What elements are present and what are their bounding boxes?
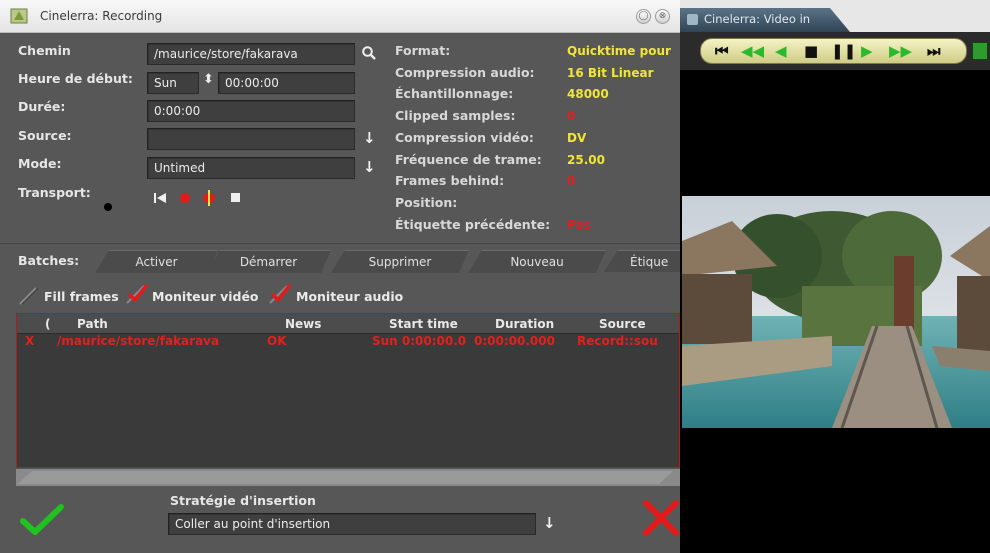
row-news: OK xyxy=(267,334,287,348)
info-value: 48000 xyxy=(567,87,609,101)
info-label: Compression vidéo: xyxy=(395,130,534,145)
info-label: Position: xyxy=(395,195,458,210)
horizontal-scrollbar[interactable] xyxy=(16,469,680,486)
video-play-icon[interactable]: ▶ xyxy=(861,42,873,60)
tab-activer[interactable]: Activer xyxy=(95,250,218,273)
mode-dropdown-arrow-icon[interactable]: ↓ xyxy=(363,158,376,176)
start-time-label: Heure de début: xyxy=(18,71,133,86)
video-monitor-label: Moniteur vidéo xyxy=(152,289,259,304)
info-value: 0 xyxy=(567,174,576,188)
info-label: Format: xyxy=(395,43,451,58)
info-label: Clipped samples: xyxy=(395,108,516,123)
list-header xyxy=(17,314,679,334)
info-value: DV xyxy=(567,131,587,145)
video-transport-bar: ⏮ ◀◀ ◀ ■ ❚❚ ▶ ▶▶ ⏭ xyxy=(700,38,967,64)
tab-nouveau[interactable]: Nouveau xyxy=(468,250,606,273)
column-header-path[interactable]: Path xyxy=(77,316,108,333)
batches-label: Batches: xyxy=(18,253,80,268)
source-dropdown-arrow-icon[interactable]: ↓ xyxy=(363,129,376,147)
tab-demarrer[interactable]: Démarrer xyxy=(206,250,331,273)
audio-monitor-label: Moniteur audio xyxy=(296,289,404,304)
search-icon[interactable] xyxy=(361,45,377,61)
cancel-x-icon[interactable] xyxy=(640,497,680,537)
video-fast-forward-icon[interactable]: ▶▶ xyxy=(889,42,912,60)
video-preview-image xyxy=(682,196,990,428)
path-field[interactable]: /maurice/store/fakarava xyxy=(147,43,355,65)
day-spinner-icon[interactable]: ⬍ xyxy=(203,72,214,87)
info-value: 25.00 xyxy=(567,153,605,167)
scrollbar-thumb[interactable] xyxy=(18,471,673,484)
row-source: Record::sou xyxy=(577,334,658,348)
row-path: /maurice/store/fakarava xyxy=(57,334,220,348)
info-value: 0 xyxy=(567,109,576,123)
column-header-news[interactable]: News xyxy=(285,316,321,333)
recording-window: Cinelerra: Recording ◯ ⊗ Chemin /maurice… xyxy=(0,0,680,553)
video-window-title-tab[interactable]: Cinelerra: Video in xyxy=(680,8,850,32)
stop-button[interactable] xyxy=(231,193,240,202)
video-app-icon xyxy=(687,14,698,25)
insertion-dropdown-arrow-icon[interactable]: ↓ xyxy=(543,514,556,532)
record-indicator-dot xyxy=(104,203,112,211)
path-label: Chemin xyxy=(18,43,71,58)
mode-label: Mode: xyxy=(18,156,62,171)
info-label: Étiquette précédente: xyxy=(395,217,551,232)
rewind-icon[interactable] xyxy=(153,192,167,204)
start-day-field[interactable]: Sun xyxy=(147,72,199,94)
source-field[interactable] xyxy=(147,128,355,150)
info-label: Fréquence de trame: xyxy=(395,152,542,167)
info-label: Frames behind: xyxy=(395,173,505,188)
video-pause-icon[interactable]: ❚❚ xyxy=(831,42,856,60)
column-header-duration[interactable]: Duration xyxy=(495,316,554,333)
info-value: Quicktime pour xyxy=(567,44,671,58)
confirm-check-icon[interactable] xyxy=(20,503,64,535)
mode-field[interactable]: Untimed xyxy=(147,157,355,179)
column-header-start-time[interactable]: Start time xyxy=(389,316,458,333)
fill-frames-label: Fill frames xyxy=(44,289,119,304)
tab-supprimer[interactable]: Supprimer xyxy=(331,250,469,273)
info-label: Compression audio: xyxy=(395,65,535,80)
video-fast-reverse-icon[interactable]: ◀◀ xyxy=(741,42,764,60)
info-value: 16 Bit Linear xyxy=(567,66,654,80)
insertion-strategy-field[interactable]: Coller au point d'insertion xyxy=(168,513,536,535)
video-window-title: Cinelerra: Video in xyxy=(704,12,811,26)
duration-field[interactable]: 0:00:00 xyxy=(147,100,355,122)
batch-list[interactable]: ( Path News Start time Duration Source X… xyxy=(16,313,680,468)
single-frame-record-button[interactable] xyxy=(203,190,215,206)
transport-label: Transport: xyxy=(18,185,91,200)
video-settings-icon[interactable] xyxy=(972,42,988,60)
row-duration: 0:00:00.000 xyxy=(474,334,555,348)
video-rewind-icon[interactable]: ⏮ xyxy=(715,42,729,60)
info-label: Échantillonnage: xyxy=(395,86,514,101)
fill-frames-checkbox[interactable] xyxy=(18,286,40,306)
info-value: Pas xyxy=(567,218,591,232)
window-title: Cinelerra: Recording xyxy=(40,9,163,23)
title-bar[interactable]: Cinelerra: Recording ◯ ⊗ xyxy=(0,0,680,33)
record-button[interactable] xyxy=(180,193,190,203)
video-stop-icon[interactable]: ■ xyxy=(804,42,818,60)
insertion-strategy-label: Stratégie d'insertion xyxy=(170,493,316,508)
cinelerra-app-icon xyxy=(10,8,28,24)
row-start-time: Sun 0:00:00.0 xyxy=(372,334,467,348)
start-time-field[interactable]: 00:00:00 xyxy=(218,72,355,94)
video-reverse-icon[interactable]: ◀ xyxy=(775,42,787,60)
close-window-button[interactable]: ⊗ xyxy=(655,9,670,24)
column-header-source[interactable]: Source xyxy=(599,316,646,333)
minimize-button[interactable]: ◯ xyxy=(636,9,651,24)
video-monitor-checkbox[interactable] xyxy=(124,283,150,305)
column-header-mark[interactable]: ( xyxy=(45,316,50,333)
divider xyxy=(0,243,680,244)
video-end-icon[interactable]: ⏭ xyxy=(927,42,941,60)
source-label: Source: xyxy=(18,128,72,143)
row-mark: X xyxy=(25,334,35,348)
audio-monitor-checkbox[interactable] xyxy=(267,283,293,305)
duration-label: Durée: xyxy=(18,99,66,114)
table-row[interactable]: X /maurice/store/fakarava OK Sun 0:00:00… xyxy=(17,333,679,350)
